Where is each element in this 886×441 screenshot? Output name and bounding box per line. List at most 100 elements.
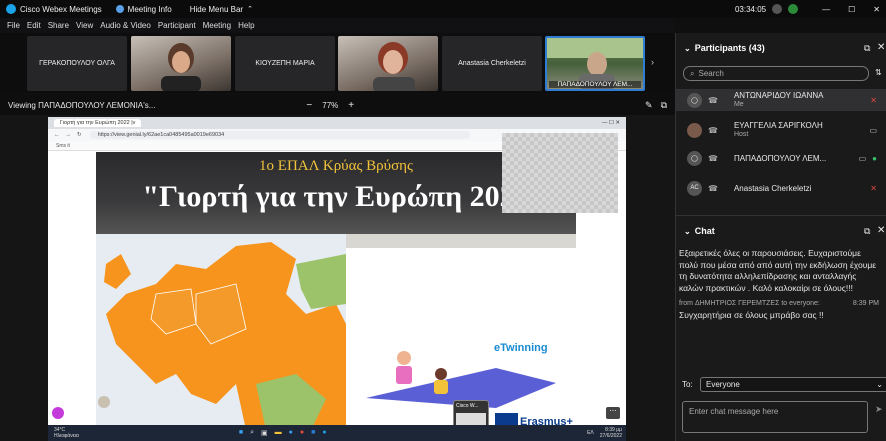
participant-search-input[interactable]: ⌕ Search	[683, 66, 869, 81]
video-tile-active-speaker[interactable]: ΠΑΠΑΔΟΠΟΥΛΟΥ ΛΕΜ...	[545, 36, 645, 91]
search-placeholder: Search	[698, 69, 724, 78]
video-tile[interactable]	[131, 36, 231, 91]
participant-info: ΠΑΠΑΔΟΠΟΥΛΟΥ ΛΕΜ...	[734, 154, 826, 163]
participant-info: ΕΥΑΓΓΕΛΙΑ ΣΑΡΙΓΚΟΛΗ Host	[734, 121, 823, 139]
edge-icon[interactable]: ●	[289, 429, 293, 437]
close-icon[interactable]: ✕	[877, 225, 885, 236]
browser-tab[interactable]: Γιορτή για την Ευρώπη 2022 |v	[54, 119, 142, 127]
person-video-icon	[161, 43, 201, 91]
avatar-icon[interactable]	[788, 4, 799, 14]
person-video-icon	[373, 42, 415, 91]
webex-taskbar-icon[interactable]: ●	[322, 429, 326, 437]
participant-row[interactable]: ◯ ☎ ΠΑΠΑΔΟΠΟΥΛΟΥ ΛΕΜ... ▭ ●	[676, 147, 886, 169]
back-icon[interactable]: ←	[54, 132, 60, 138]
taskview-icon[interactable]: ▣	[261, 429, 268, 437]
slide-divider	[346, 234, 576, 248]
url-field[interactable]: https://view.genial.ly/62ae1ca0485495a00…	[89, 131, 470, 139]
mic-active-icon[interactable]: ●	[872, 154, 877, 163]
participant-row[interactable]: ◯ ☎ ΑΝΤΩΝΑΡΙΔΟΥ ΙΩΑΝΝΑ Me ✕	[676, 89, 886, 111]
video-tile[interactable]: ΓΕΡΑΚΟΠΟΥΛΟΥ ΟΛΓΑ	[27, 36, 127, 91]
chat-header[interactable]: ⌄ Chat	[684, 226, 715, 236]
close-icon[interactable]: ✕	[877, 42, 885, 53]
video-camera-icon[interactable]: ▭	[869, 126, 877, 135]
windows-taskbar: 34°C Ηλιοφάνεια ■ ⌕ ▣ ▬ ● ● ■ ● ΕΛ 8:39 …	[48, 425, 626, 441]
webex-logo-icon	[6, 4, 16, 14]
meeting-info-button[interactable]: Meeting Info	[115, 5, 172, 14]
audio-icon: ☎	[708, 95, 718, 105]
menu-participant[interactable]: Participant	[158, 21, 196, 30]
minimize-icon[interactable]: —	[822, 5, 830, 14]
participant-name: ΓΕΡΑΚΟΠΟΥΛΟΥ ΟΛΓΑ	[39, 60, 115, 67]
menu-view[interactable]: View	[76, 21, 93, 30]
chevron-right-icon[interactable]: ›	[651, 57, 654, 67]
taskbar-apps: ■ ⌕ ▣ ▬ ● ● ■ ●	[239, 429, 327, 437]
chevron-down-icon: ⌄	[684, 226, 691, 236]
popout-icon[interactable]: ⧉	[661, 100, 667, 111]
menu-share[interactable]: Share	[48, 21, 69, 30]
zoom-out-button[interactable]: −	[306, 100, 312, 111]
refresh-icon[interactable]: ↻	[77, 132, 82, 138]
participant-row[interactable]: AC ☎ Anastasia Cherkeletzi ✕	[676, 177, 886, 199]
menu-edit[interactable]: Edit	[27, 21, 41, 30]
menu-audio-video[interactable]: Audio & Video	[100, 21, 151, 30]
annotate-icon[interactable]: ✎	[645, 100, 653, 111]
participant-name: ΑΝΤΩΝΑΡΙΔΟΥ ΙΩΑΝΝΑ	[733, 91, 824, 100]
participant-info: Anastasia Cherkeletzi	[734, 184, 811, 193]
hide-menu-bar-button[interactable]: Hide Menu Bar ⌃	[190, 5, 253, 14]
maximize-icon[interactable]: ☐	[848, 5, 855, 14]
windows-start-icon[interactable]: ■	[239, 429, 243, 437]
chat-message-meta: from ΔΗΜΗΤΡΙΟΣ ΓΕΡΕΜΤΖΕΣ to everyone: 8:…	[679, 298, 879, 310]
mic-muted-icon[interactable]: ✕	[870, 184, 877, 193]
menu-file[interactable]: File	[7, 21, 20, 30]
window-controls-icon[interactable]: — ☐ ✕	[602, 120, 620, 126]
popout-icon[interactable]: ⧉	[864, 43, 870, 54]
tray-clock[interactable]: 8:39 μμ 27/6/2022	[600, 427, 622, 439]
participants-header[interactable]: ⌄ Participants (43)	[684, 43, 765, 53]
send-icon[interactable]: ➤	[875, 404, 883, 415]
avatar: ◯	[687, 92, 702, 108]
recipient-value: Everyone	[706, 380, 740, 389]
participant-role: Me	[733, 101, 744, 108]
title-controls: 03:34:05 — ☐ ✕	[735, 4, 880, 14]
webex-window: Cisco Webex Meetings Meeting Info Hide M…	[0, 0, 886, 441]
video-camera-icon[interactable]: ▭	[859, 154, 867, 163]
avatar: AC	[687, 180, 702, 196]
video-tile[interactable]	[338, 36, 438, 91]
menu-help[interactable]: Help	[238, 21, 254, 30]
video-tile[interactable]: ΚΙΟΥΖΕΠΗ ΜΑΡΙΑ	[235, 36, 335, 91]
zoom-level[interactable]: 77%	[322, 101, 338, 110]
chat-input-placeholder: Enter chat message here	[689, 407, 779, 416]
language-indicator[interactable]: ΕΛ	[587, 430, 594, 436]
avatar	[687, 122, 702, 138]
chat-input[interactable]: Enter chat message here	[682, 401, 868, 433]
search-icon[interactable]: ⌕	[250, 429, 254, 437]
menu-meeting[interactable]: Meeting	[203, 21, 231, 30]
bookmark-item[interactable]: Sms it	[56, 143, 70, 149]
chat-panel: ⌄ Chat ⧉ ✕ Εξαιρετικές όλες οι παρουσιάσ…	[676, 215, 886, 441]
file-explorer-icon[interactable]: ▬	[275, 429, 282, 437]
forward-icon[interactable]: →	[66, 132, 72, 138]
search-icon: ⌕	[690, 68, 695, 78]
sort-icon[interactable]: ⇅	[875, 68, 882, 77]
more-options-icon[interactable]: ⋯	[606, 407, 620, 419]
weather-widget[interactable]: 34°C Ηλιοφάνεια	[54, 427, 79, 439]
popout-icon[interactable]: ⧉	[864, 226, 870, 237]
participant-row[interactable]: ☎ ΕΥΑΓΓΕΛΙΑ ΣΑΡΙΓΚΟΛΗ Host ▭	[676, 119, 886, 141]
recipient-select[interactable]: Everyone ⌄	[700, 377, 886, 392]
participants-title: Participants (43)	[694, 43, 765, 53]
menu-bar: File Edit Share View Audio & Video Parti…	[0, 18, 675, 33]
shared-content-area[interactable]: Γιορτή για την Ευρώπη 2022 |v — ☐ ✕ ← → …	[0, 115, 675, 441]
genially-logo-icon[interactable]	[52, 407, 64, 419]
mic-muted-icon[interactable]: ✕	[870, 96, 877, 105]
to-label: To:	[682, 380, 693, 389]
participant-role: Host	[733, 131, 749, 138]
meeting-timer: 03:34:05	[734, 4, 767, 14]
tray-date: 27/6/2022	[599, 433, 622, 439]
word-icon[interactable]: ■	[311, 429, 315, 437]
title-bar: Cisco Webex Meetings Meeting Info Hide M…	[0, 0, 886, 18]
close-icon[interactable]: ✕	[873, 5, 880, 14]
audio-icon: ☎	[708, 125, 718, 135]
chrome-icon[interactable]: ●	[300, 429, 304, 437]
zoom-in-button[interactable]: +	[348, 100, 354, 111]
video-tile[interactable]: Anastasia Cherkeletzi	[442, 36, 542, 91]
